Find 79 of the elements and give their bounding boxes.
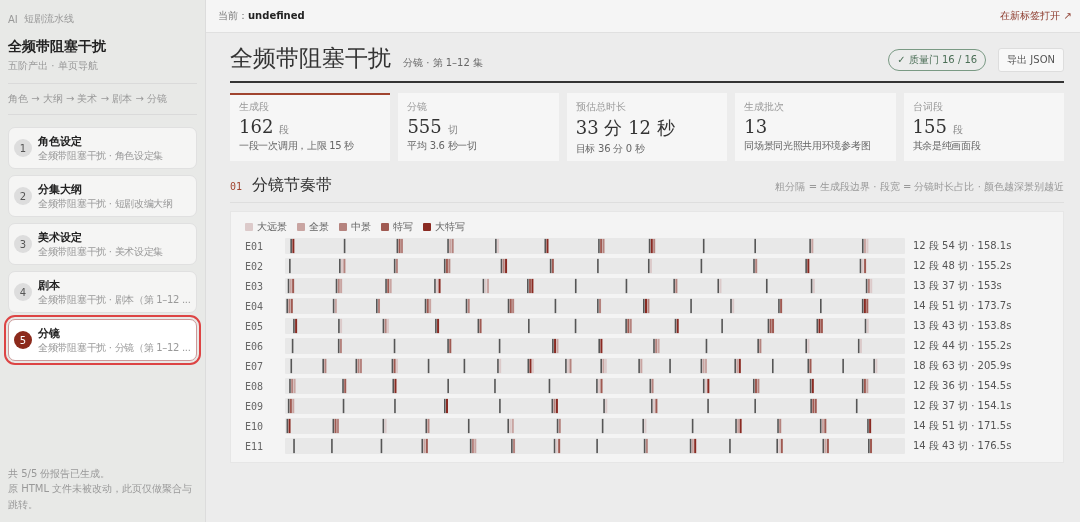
episode-stats: 12 段 44 切 · 155.2s (913, 339, 1012, 353)
nav-item[interactable]: 1 角色设定 全频带阻塞干扰 · 角色设定集 (8, 127, 197, 169)
episode-stats: 18 段 63 切 · 205.9s (913, 359, 1012, 373)
metric-label: 生成段 (239, 100, 270, 114)
legend-label: 中景 (351, 220, 371, 234)
episode-stats: 12 段 36 切 · 154.5s (913, 379, 1012, 393)
nav-item-title: 分集大纲 (38, 181, 83, 197)
metric-unit: 切 (447, 123, 458, 137)
step-number: 5 (14, 331, 32, 349)
footer-note: 共 5/5 份报告已生成。 (8, 466, 112, 481)
metric-unit: 段 (279, 123, 290, 137)
metric-label: 预估总时长 (575, 100, 627, 114)
metric-value: 555 (407, 116, 442, 137)
episode-label: E05 (245, 320, 265, 332)
episode-label: E10 (245, 420, 265, 432)
section-title: 分镜节奏带 (252, 175, 333, 196)
episode-label: E08 (245, 380, 265, 392)
legend-label: 特写 (393, 220, 413, 234)
metric-value: 13 (744, 116, 768, 137)
episode-stats: 13 段 43 切 · 153.8s (913, 319, 1012, 333)
episode-label: E09 (245, 400, 265, 412)
metric-note: 其余是纯画面段 (912, 139, 982, 153)
episode-label: E03 (245, 280, 265, 292)
page-title: 全频带阻塞干扰 (230, 44, 391, 73)
episode-stats: 13 段 37 切 · 153s (913, 279, 1002, 293)
nav-item-subtitle: 全频带阻塞干扰 · 短剧改编大纲 (38, 196, 173, 211)
metric-value: 155 (912, 116, 947, 137)
footer-note: 原 HTML 文件未被改动，此页仅做聚合与跳转。 (8, 482, 194, 512)
metric-label: 分镜 (407, 100, 429, 114)
episode-stats: 12 段 54 切 · 158.1s (913, 239, 1012, 253)
legend-label: 大特写 (435, 220, 465, 234)
section-number: 01 (230, 181, 243, 192)
episode-stats: 14 段 51 切 · 171.5s (913, 419, 1012, 433)
current-label: 当前：undefined (218, 9, 305, 23)
nav-item-subtitle: 全频带阻塞干扰 · 分镜（第 1–12 ... (38, 340, 191, 355)
export-button[interactable]: 导出 JSON (998, 48, 1064, 72)
project-title: 全频带阻塞干扰 (8, 38, 107, 56)
legend-label: 全景 (309, 220, 329, 234)
step-number: 2 (14, 187, 32, 205)
nav-item-subtitle: 全频带阻塞干扰 · 剧本（第 1–12 ... (38, 292, 191, 307)
open-new-tab-link[interactable]: 在新标签打开 ↗ (1000, 9, 1072, 23)
metric-note: 一段一次调用，上限 15 秒 (239, 139, 355, 153)
metric-label: 生成批次 (744, 100, 786, 114)
brand-name: 短剧流水线 (23, 12, 74, 26)
metric-unit: 段 (952, 123, 963, 137)
episode-label: E11 (245, 440, 265, 452)
nav-item-title: 美术设定 (38, 229, 83, 245)
episode-label: E04 (245, 300, 265, 312)
episode-stats: 12 段 48 切 · 155.2s (913, 259, 1012, 273)
nav-item-title: 剧本 (38, 277, 61, 293)
step-number: 3 (14, 235, 32, 253)
brand-mark: AI (8, 13, 18, 25)
nav-item-title: 角色设定 (38, 133, 83, 149)
step-number: 4 (14, 283, 32, 301)
episode-stats: 14 段 51 切 · 173.7s (913, 299, 1012, 313)
metric-value: 162 (239, 116, 274, 137)
pipeline-text: 角色 → 大纲 → 美术 → 剧本 → 分镜 (8, 83, 197, 115)
episode-stats: 12 段 37 切 · 154.1s (913, 399, 1012, 413)
nav-item-subtitle: 全频带阻塞干扰 · 角色设定集 (38, 148, 164, 163)
metric-note: 平均 3.6 秒一切 (407, 139, 478, 153)
metric-label: 台词段 (912, 100, 944, 114)
nav-item[interactable]: 2 分集大纲 全频带阻塞干扰 · 短剧改编大纲 (8, 175, 197, 217)
page-subtitle: 分镜 · 第 1–12 集 (403, 56, 483, 70)
metric-note: 目标 36 分 0 秒 (575, 142, 646, 156)
legend-label: 大远景 (257, 220, 287, 234)
metric-note: 同场景同光照共用环境参考图 (744, 139, 872, 153)
episode-label: E02 (245, 260, 265, 272)
project-subtitle: 五阶产出 · 单页导航 (8, 59, 99, 73)
episode-label: E01 (245, 240, 265, 252)
nav-item-title: 分镜 (38, 325, 61, 341)
nav-item-subtitle: 全频带阻塞干扰 · 美术设定集 (38, 244, 164, 259)
nav-item[interactable]: 3 美术设定 全频带阻塞干扰 · 美术设定集 (8, 223, 197, 265)
step-number: 1 (14, 139, 32, 157)
episode-label: E06 (245, 340, 265, 352)
metric-value: 33 分 12 秒 (575, 116, 675, 140)
section-note: 粗分隔 = 生成段边界 · 段宽 = 分镜时长占比 · 颜色越深景别越近 (775, 180, 1064, 194)
nav-item[interactable]: 4 剧本 全频带阻塞干扰 · 剧本（第 1–12 ... (8, 271, 197, 313)
episode-stats: 14 段 43 切 · 176.5s (913, 439, 1012, 453)
episode-label: E07 (245, 360, 265, 372)
